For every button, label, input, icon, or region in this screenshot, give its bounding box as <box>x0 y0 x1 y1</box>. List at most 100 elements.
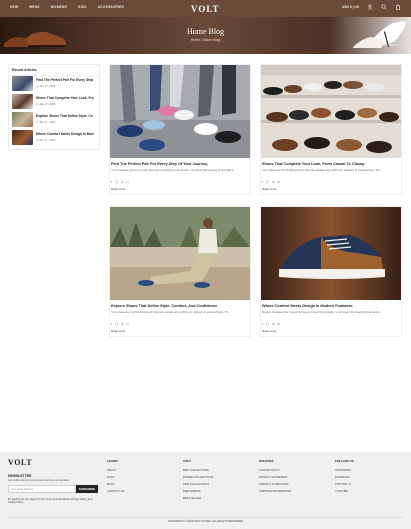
pinterest-icon[interactable]: ℗ <box>272 180 274 184</box>
footer-link[interactable]: FACEBOOK <box>335 476 354 479</box>
recent-articles-sidebar: Recent Articles Find The Perfect Pair Fo… <box>8 64 100 150</box>
footer-column-policies: POLICIES COOKIE POLICY PRIVACY STATEMENT… <box>259 459 291 497</box>
blog-post-card: Explore Shoes That Define Style, Comfort… <box>109 206 251 337</box>
linkedin-icon[interactable]: in <box>277 180 279 184</box>
footer-link[interactable]: BLOG <box>107 483 124 486</box>
footer-link[interactable]: KIDS COLLECTIONS <box>183 483 213 486</box>
subscribe-button[interactable]: SUBSCRIBE <box>76 485 98 493</box>
page-title: Home Blog <box>186 27 225 36</box>
facebook-icon[interactable]: f <box>111 322 112 326</box>
post-image[interactable] <box>110 65 250 158</box>
recent-article-date: ◷ Jan 17, 2026 <box>36 120 56 124</box>
facebook-icon[interactable]: f <box>262 322 263 326</box>
pinterest-icon[interactable]: ℗ <box>272 322 274 326</box>
facebook-icon[interactable]: f <box>111 180 112 184</box>
nav-mens[interactable]: MENS <box>29 5 39 9</box>
footer-link[interactable]: MEN COLLECTIONS <box>183 469 213 472</box>
recent-article-date: ◷ Jan 17, 2026 <box>36 102 56 106</box>
recent-article-date: ◷ Jan 17, 2026 <box>36 84 56 88</box>
footer-divider <box>8 517 403 518</box>
article-thumbnail[interactable] <box>12 94 33 109</box>
footer-link[interactable]: FAQS <box>107 476 124 479</box>
instagram-icon[interactable]: ◯ <box>266 322 269 326</box>
footer-link[interactable]: COOKIE POLICY <box>259 469 291 472</box>
footer-link[interactable]: CONTACT US <box>107 490 124 493</box>
top-header: NEW MENS WOMENS KIDS ACCESSORIES VOLT US… <box>0 0 411 17</box>
recent-article-item[interactable]: Where Comfort Meets Design In Mod ◷ Jan … <box>12 130 98 146</box>
article-thumbnail[interactable] <box>12 130 33 145</box>
date-text: Jan 17, 2026 <box>39 120 56 124</box>
linkedin-icon[interactable]: in <box>277 322 279 326</box>
share-links: f ◯ ℗ in <box>262 322 400 326</box>
site-footer: VOLT NEWSLETTER Get notified about new p… <box>0 452 411 529</box>
share-links: f ◯ ℗ in <box>111 180 249 184</box>
date-text: Jan 17, 2026 <box>39 102 56 106</box>
post-title[interactable]: Where Comfort Meets Design In Modern Foo… <box>262 304 399 308</box>
recent-article-title[interactable]: Where Comfort Meets Design In Mod <box>36 132 98 136</box>
footer-link[interactable]: PRIVACY STATEMENT <box>259 476 291 479</box>
main-nav: NEW MENS WOMENS KIDS ACCESSORIES <box>10 5 124 9</box>
recent-article-title[interactable]: Explore Shoes That Define Style, Co <box>36 114 98 118</box>
newsletter-text: Get notified about new product launches … <box>8 479 71 482</box>
article-thumbnail[interactable] <box>12 112 33 127</box>
header-actions: USD $ | US <box>342 4 401 10</box>
cart-icon[interactable] <box>395 4 401 10</box>
search-icon[interactable] <box>381 4 387 10</box>
footer-link[interactable]: BEST SELLER <box>183 497 213 500</box>
read-more-link[interactable]: Read more <box>262 329 400 333</box>
user-icon[interactable] <box>367 4 373 10</box>
footer-link[interactable]: TERMS & CONDITIONS <box>259 483 291 486</box>
copyright-text: COPYRIGHT © 2026 VOLT STORE. ALL RIGHTS … <box>167 520 244 523</box>
read-more-link[interactable]: Read more <box>111 329 249 333</box>
pinterest-icon[interactable]: ℗ <box>121 322 123 326</box>
footer-link[interactable]: NEW ARRIVAL <box>183 490 213 493</box>
share-links: f ◯ ℗ in <box>262 180 400 184</box>
post-excerpt: Modern footwear has moved far beyond bas… <box>262 311 382 314</box>
nav-womens[interactable]: WOMENS <box>51 5 67 9</box>
post-excerpt: Your shoes are the finishing touch that … <box>262 169 383 172</box>
breadcrumb[interactable]: Home / Home Blog <box>0 38 411 42</box>
footer-link[interactable]: TWITTER / X <box>335 483 354 486</box>
instagram-icon[interactable]: ◯ <box>266 180 269 184</box>
post-title[interactable]: Explore Shoes That Define Style, Comfort… <box>111 304 248 308</box>
post-image[interactable] <box>261 65 401 158</box>
footer-link[interactable]: ABOUT <box>107 469 124 472</box>
footer-column-heading: POLICIES <box>259 459 274 463</box>
post-excerpt: Your shoes are the finishing touch that … <box>111 311 231 314</box>
post-excerpt: Your footwear journey is more than just … <box>111 169 236 172</box>
linkedin-icon[interactable]: in <box>126 322 128 326</box>
facebook-icon[interactable]: f <box>262 180 263 184</box>
pinterest-icon[interactable]: ℗ <box>121 180 123 184</box>
recent-article-item[interactable]: Shoes That Complete Your Look, Fro ◷ Jan… <box>12 94 98 110</box>
instagram-icon[interactable]: ◯ <box>115 322 118 326</box>
recent-article-item[interactable]: Find The Perfect Pair For Every Step ◷ J… <box>12 76 98 92</box>
footer-link[interactable]: YOUTUBE <box>335 490 354 493</box>
footer-link[interactable]: SHIPPING INFORMATION <box>259 490 291 493</box>
footer-link[interactable]: INSTAGRAM <box>335 469 354 472</box>
linkedin-icon[interactable]: in <box>126 180 128 184</box>
instagram-icon[interactable]: ◯ <box>115 180 118 184</box>
footer-logo[interactable]: VOLT <box>8 458 32 467</box>
nav-new[interactable]: NEW <box>10 5 18 9</box>
recent-article-title[interactable]: Shoes That Complete Your Look, Fro <box>36 96 98 100</box>
nav-accessories[interactable]: ACCESSORIES <box>98 5 124 9</box>
read-more-link[interactable]: Read more <box>262 187 400 191</box>
read-more-link[interactable]: Read more <box>111 187 249 191</box>
post-title[interactable]: Find The Perfect Pair For Every Step Of … <box>111 162 248 166</box>
newsletter-consent: By Signing Up, You Agree To Our Terms An… <box>8 498 93 505</box>
article-thumbnail[interactable] <box>12 76 33 91</box>
currency-selector[interactable]: USD $ | US <box>342 5 359 9</box>
footer-column-heading: VOLT <box>183 459 192 463</box>
footer-column-learn: LEARN ABOUT FAQS BLOG CONTACT US <box>107 459 124 497</box>
post-image[interactable] <box>261 207 401 300</box>
recent-article-title[interactable]: Find The Perfect Pair For Every Step <box>36 78 98 82</box>
newsletter-email-input[interactable]: Your email address <box>8 485 76 493</box>
recent-article-item[interactable]: Explore Shoes That Define Style, Co ◷ Ja… <box>12 112 98 128</box>
post-image[interactable] <box>110 207 250 300</box>
footer-link[interactable]: WOMEN COLLECTIONS <box>183 476 213 479</box>
blog-post-card: Where Comfort Meets Design In Modern Foo… <box>260 206 402 337</box>
post-title[interactable]: Shoes That Complete Your Look, From Casu… <box>262 162 399 166</box>
footer-column-volt: VOLT MEN COLLECTIONS WOMEN COLLECTIONS K… <box>183 459 213 503</box>
site-logo[interactable]: VOLT <box>191 4 220 14</box>
nav-kids[interactable]: KIDS <box>78 5 87 9</box>
